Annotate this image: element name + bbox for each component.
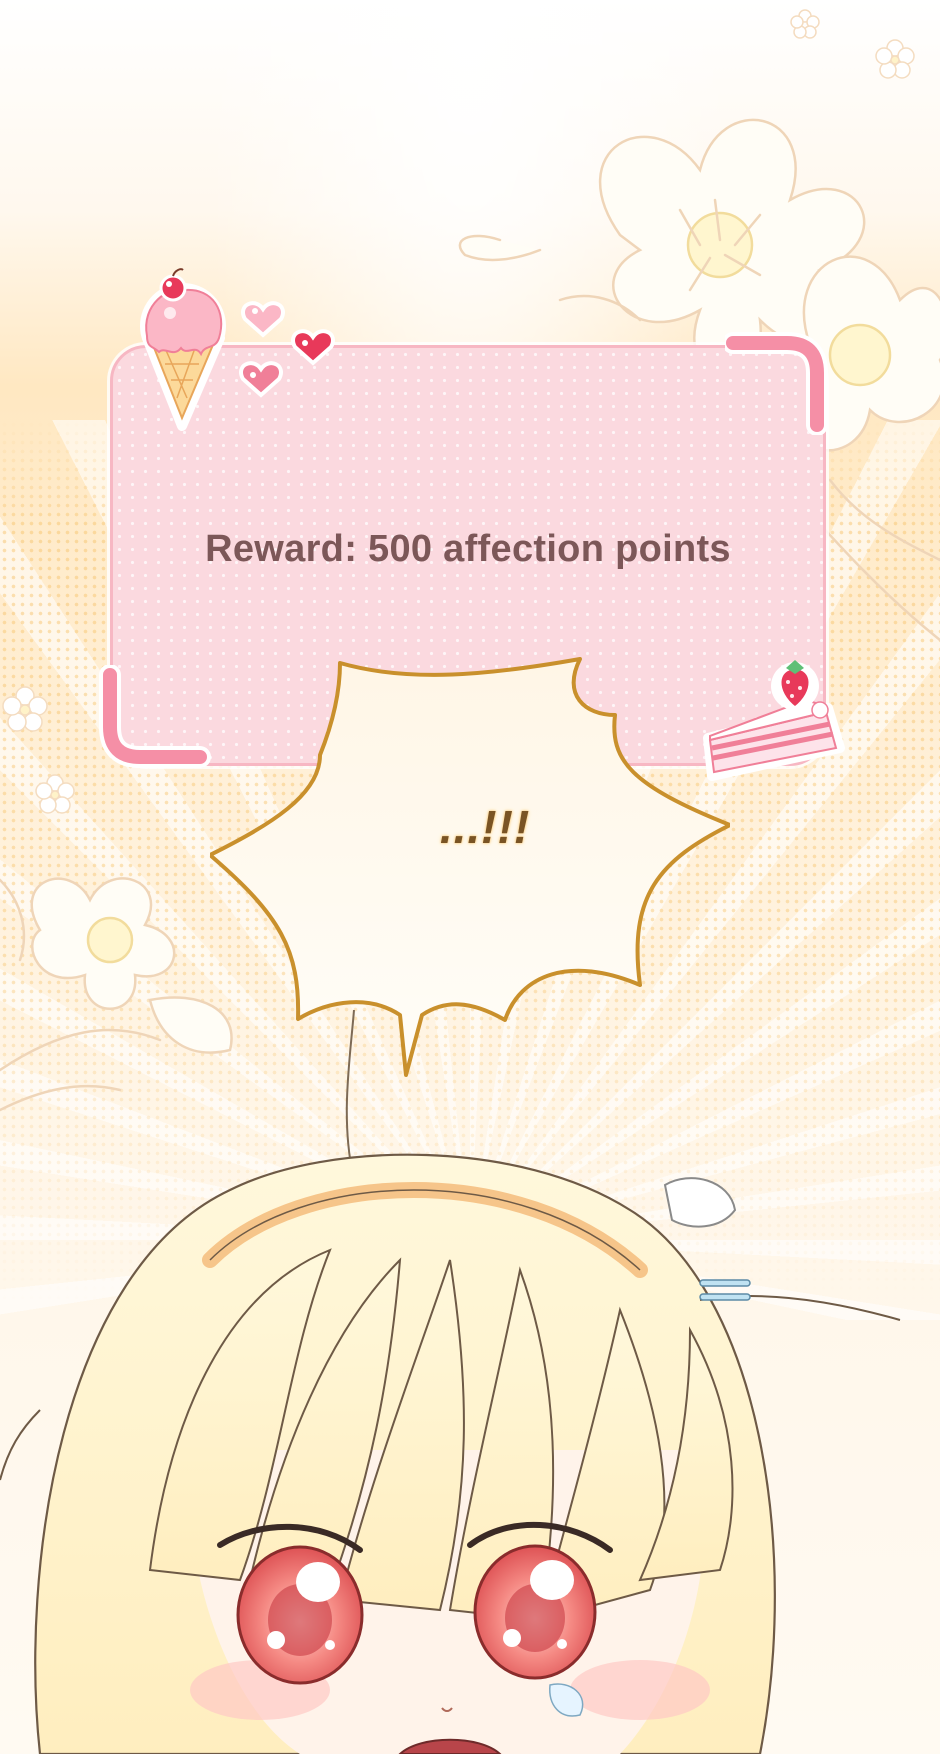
reward-text: Reward: 500 affection points (205, 528, 731, 570)
chibi-character (0, 1153, 901, 1754)
heart-stickers-icon (239, 301, 335, 398)
speech-bubble-text: ...!!! (439, 801, 531, 853)
speech-bubble (210, 657, 730, 1077)
comic-panel: Reward: 500 affection points ...!!! (0, 0, 940, 1754)
corner-bracket-top-right (725, 332, 828, 435)
ice-cream-icon (140, 268, 226, 431)
flower-left (0, 877, 233, 1112)
corner-bracket-bottom-left (99, 665, 211, 768)
